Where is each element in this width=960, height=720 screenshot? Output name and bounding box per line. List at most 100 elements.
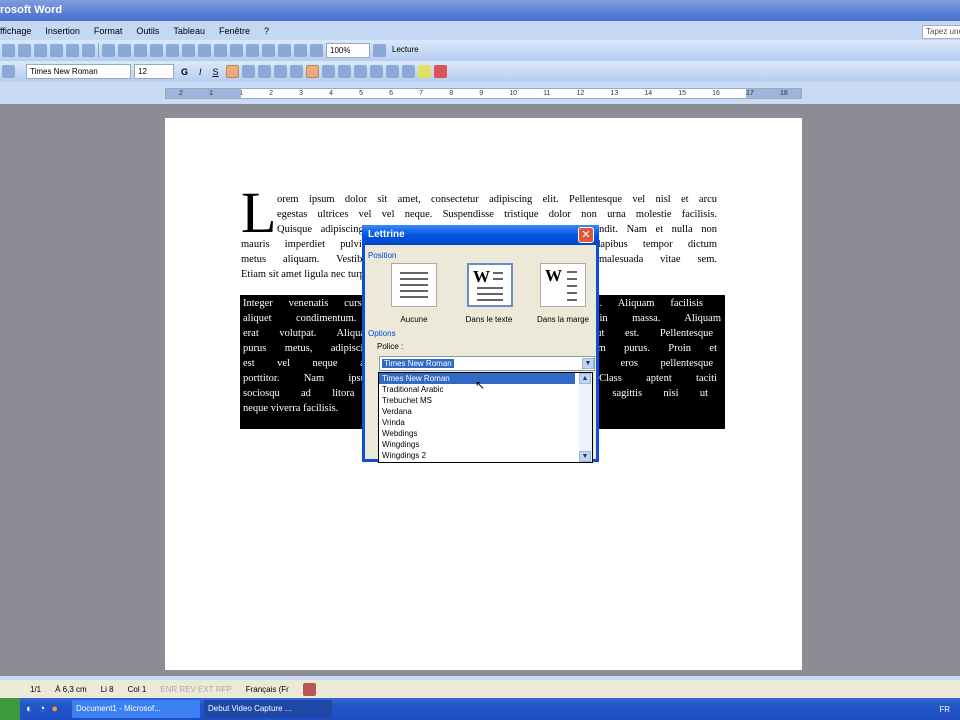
help-icon[interactable]: [373, 44, 386, 57]
underline-button[interactable]: S: [213, 67, 219, 77]
menu-tableau[interactable]: Tableau: [173, 26, 205, 40]
show-formatting-icon[interactable]: [310, 44, 323, 57]
status-line: Li 8: [100, 684, 114, 694]
redo-icon[interactable]: [182, 44, 195, 57]
menu-format[interactable]: Format: [94, 26, 123, 40]
position-group-label: Position: [368, 251, 397, 260]
numbering-icon[interactable]: [337, 65, 351, 78]
align-right-icon[interactable]: [257, 65, 271, 78]
dialog-title-bar[interactable]: Lettrine: [362, 225, 599, 245]
columns-icon[interactable]: [262, 44, 275, 57]
ruler-tick: 11: [543, 90, 551, 97]
standard-toolbar: 100% Lecture: [0, 40, 960, 61]
option-in-margin-icon[interactable]: W: [540, 263, 586, 307]
font-option[interactable]: Webdings: [379, 428, 575, 439]
status-column: Col 1: [127, 684, 147, 694]
formatting-toolbar: Times New Roman 12 G I S: [0, 61, 960, 82]
list-scrollbar[interactable]: ▲ ▼: [579, 373, 592, 462]
menu-help[interactable]: ?: [264, 26, 269, 40]
font-option[interactable]: Vrinda: [379, 417, 575, 428]
police-combobox[interactable]: Times New Roman ▼: [379, 356, 595, 371]
ruler-tick: 12: [576, 90, 585, 97]
new-icon[interactable]: [2, 44, 15, 57]
paste-icon[interactable]: [134, 44, 147, 57]
ie-icon[interactable]: ◐: [26, 703, 33, 715]
format-painter-icon[interactable]: [150, 44, 163, 57]
menu-affichage[interactable]: ffichage: [0, 26, 31, 40]
menu-outils[interactable]: Outils: [136, 26, 159, 40]
rtl-icon[interactable]: [321, 65, 335, 78]
undo-icon[interactable]: [166, 44, 179, 57]
bold-button[interactable]: G: [181, 67, 188, 77]
drawing-icon[interactable]: [278, 44, 291, 57]
align-center-icon[interactable]: [241, 65, 255, 78]
paragraph-line: orem ipsum dolor sit amet, consectetur a…: [277, 194, 717, 205]
option-none-icon[interactable]: [391, 263, 437, 307]
font-select[interactable]: Times New Roman: [26, 64, 131, 79]
font-option[interactable]: Trebuchet MS: [379, 395, 575, 406]
ruler-right-margin: [746, 89, 801, 98]
scroll-up-icon[interactable]: ▲: [579, 373, 591, 384]
spell-icon[interactable]: [82, 44, 95, 57]
zoom-select[interactable]: 100%: [326, 43, 370, 58]
print-icon[interactable]: [50, 44, 63, 57]
copy-icon[interactable]: [118, 44, 131, 57]
ruler-tick: 7: [419, 90, 424, 97]
menu-insertion[interactable]: Insertion: [45, 26, 80, 40]
font-option[interactable]: Verdana: [379, 406, 575, 417]
ruler-tick: 4: [329, 90, 334, 97]
insert-table-icon[interactable]: [230, 44, 243, 57]
preview-icon[interactable]: [66, 44, 79, 57]
chevron-down-icon[interactable]: ▼: [582, 358, 594, 369]
align-left-icon[interactable]: [225, 65, 239, 78]
tables-icon[interactable]: [214, 44, 227, 57]
paragraph-line: egestas ultrices vel vel neque. Suspendi…: [277, 209, 717, 220]
italic-button[interactable]: I: [199, 67, 202, 77]
status-modes: ENR REV EXT RFP: [160, 684, 232, 694]
font-option[interactable]: Wingdings: [379, 439, 575, 450]
close-button[interactable]: ✕: [578, 227, 594, 243]
task-word[interactable]: Document1 - Microsof...: [71, 700, 200, 718]
ltr-icon[interactable]: [305, 65, 319, 78]
drop-cap: L: [241, 180, 277, 245]
decrease-indent-icon[interactable]: [369, 65, 383, 78]
option-in-text-label[interactable]: Dans le texte: [454, 315, 524, 324]
task-video-capture[interactable]: Debut Video Capture ...: [203, 700, 332, 718]
option-in-text-icon[interactable]: W: [467, 263, 513, 307]
font-dropdown-list[interactable]: Times New Roman Traditional Arabic Trebu…: [378, 372, 593, 463]
status-language: Français (Fr: [245, 684, 289, 694]
excel-icon[interactable]: [246, 44, 259, 57]
increase-indent-icon[interactable]: [385, 65, 399, 78]
ruler-tick: 18: [779, 90, 788, 97]
separator: [98, 43, 99, 58]
option-none-label[interactable]: Aucune: [379, 315, 449, 324]
option-in-margin-label[interactable]: Dans la marge: [528, 315, 598, 324]
horizontal-ruler[interactable]: 2 1 1 2 3 4 5 6 7 8 9 10 11 12 13 14 15 16 17 18: [165, 88, 802, 99]
start-button[interactable]: [0, 698, 20, 720]
menu-fenetre[interactable]: Fenêtre: [219, 26, 250, 40]
language-indicator[interactable]: FR: [939, 705, 950, 714]
open-icon[interactable]: [18, 44, 31, 57]
cut-icon[interactable]: [102, 44, 115, 57]
font-color-icon[interactable]: [433, 65, 447, 78]
scroll-down-icon[interactable]: ▼: [579, 451, 591, 462]
bullets-icon[interactable]: [353, 65, 367, 78]
font-option[interactable]: Wingdings 2: [379, 450, 575, 461]
spelling-status-icon[interactable]: [302, 682, 316, 696]
media-icon[interactable]: ●: [51, 703, 58, 715]
line-spacing-icon[interactable]: [289, 65, 303, 78]
police-value[interactable]: Times New Roman: [382, 359, 454, 368]
document-map-icon[interactable]: [294, 44, 307, 57]
styles-icon[interactable]: [2, 65, 15, 78]
border-icon[interactable]: [401, 65, 415, 78]
ruler-tick: 9: [479, 90, 484, 97]
justify-icon[interactable]: [273, 65, 287, 78]
hyperlink-icon[interactable]: [198, 44, 211, 57]
highlight-icon[interactable]: [417, 65, 431, 78]
reading-button[interactable]: Lecture: [389, 43, 422, 58]
ask-question-input[interactable]: Tapez une question: [922, 25, 960, 39]
font-size-select[interactable]: 12: [134, 64, 174, 79]
save-icon[interactable]: [34, 44, 47, 57]
window-title: rosoft Word: [0, 4, 63, 16]
quicklaunch-icon[interactable]: ◔: [39, 703, 46, 715]
